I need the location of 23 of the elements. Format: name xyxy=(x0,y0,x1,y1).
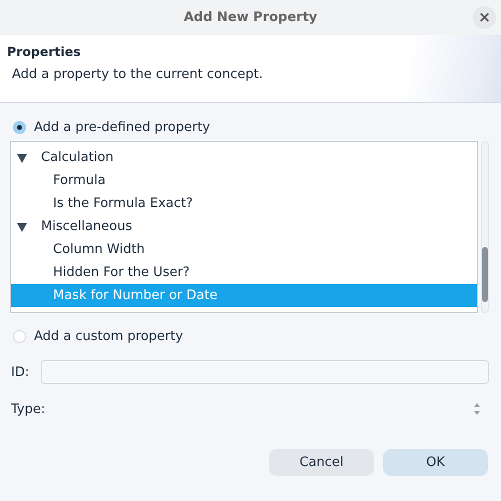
tree-item[interactable]: Calculation xyxy=(11,146,477,169)
ok-button[interactable]: OK xyxy=(383,449,488,476)
spinner-arrows-icon[interactable] xyxy=(473,402,481,416)
expand-triangle-icon[interactable] xyxy=(17,152,27,162)
window-title: Add New Property xyxy=(184,10,318,25)
radio-button[interactable] xyxy=(13,330,26,342)
tree-item[interactable]: Is the Formula Exact? xyxy=(11,192,477,215)
field-label: Type: xyxy=(11,402,46,416)
field-label: ID: xyxy=(11,364,30,380)
tree-item[interactable]: Hidden For the User? xyxy=(11,261,477,284)
id-input-field[interactable] xyxy=(41,360,489,384)
expand-triangle-icon[interactable] xyxy=(17,222,27,232)
close-button[interactable]: × xyxy=(473,6,496,29)
radio-label[interactable]: Add a custom property xyxy=(34,328,184,344)
header-title: Properties xyxy=(7,44,82,59)
tree-item[interactable]: Miscellaneous xyxy=(11,215,477,238)
scrollbar[interactable] xyxy=(481,141,489,313)
tree-item[interactable]: Column Width xyxy=(11,238,477,261)
radio-label[interactable]: Add a pre-defined property xyxy=(34,120,210,134)
header-description: Add a property to the current concept. xyxy=(11,67,264,82)
radio-button[interactable] xyxy=(13,120,26,134)
tree-item[interactable]: Formula xyxy=(11,169,477,192)
cancel-button[interactable]: Cancel xyxy=(269,449,374,476)
